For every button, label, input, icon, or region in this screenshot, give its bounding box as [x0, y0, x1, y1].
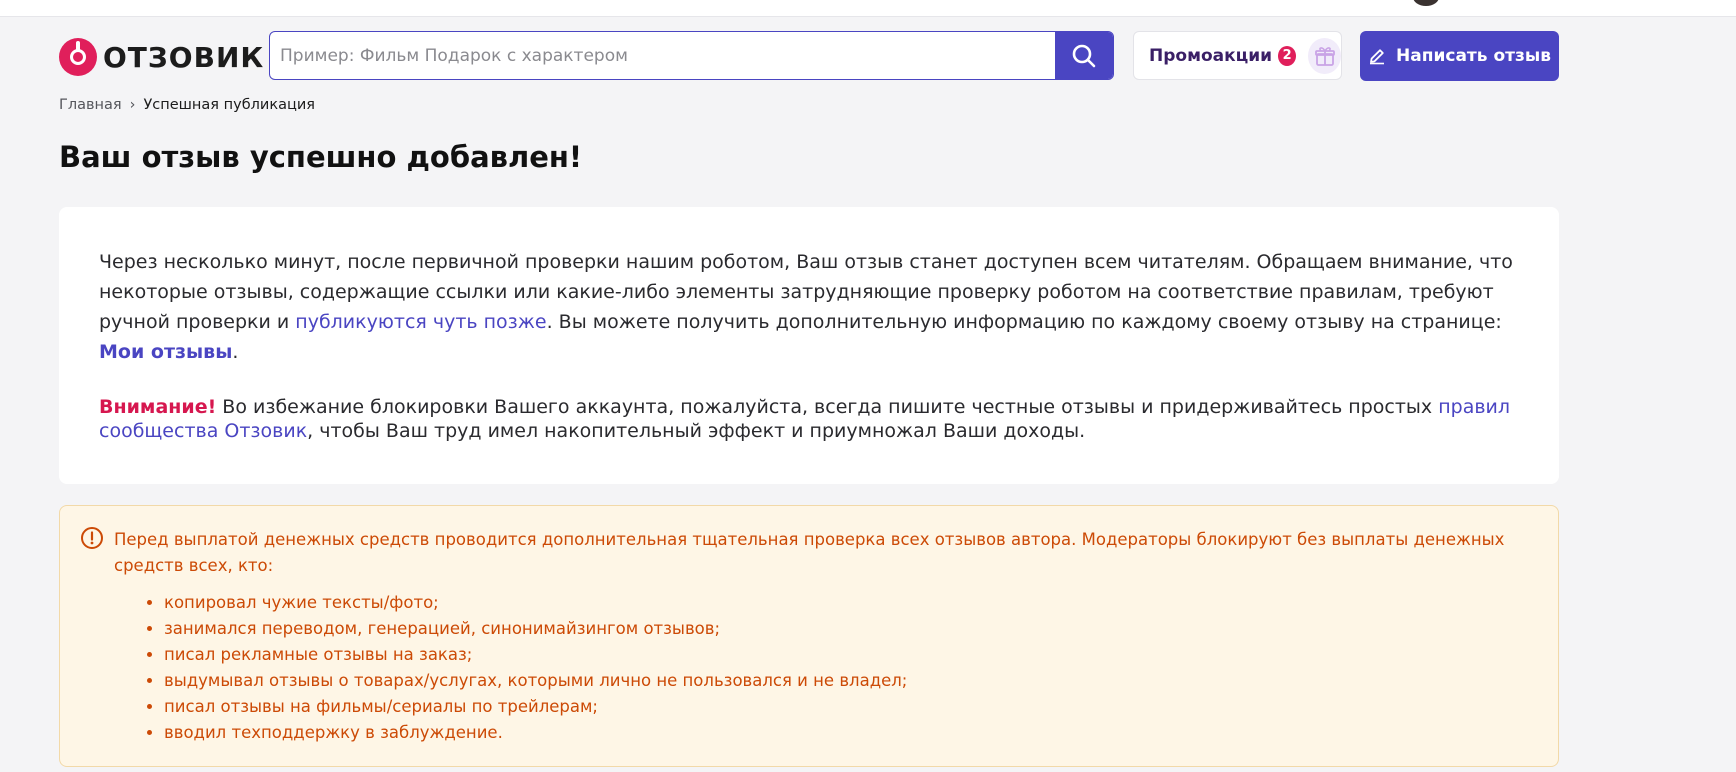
list-item: писал рекламные отзывы на заказ; — [164, 642, 907, 668]
info-text-end: . — [232, 341, 239, 363]
info-paragraph: Через несколько минут, после первичной п… — [99, 247, 1519, 367]
breadcrumb-current: Успешная публикация — [143, 97, 315, 113]
list-item: выдумывал отзывы о товарах/услугах, кото… — [164, 668, 907, 694]
info-text-2: . Вы можете получить дополнительную инфо… — [546, 311, 1502, 333]
list-item: писал отзывы на фильмы/сериалы по трейле… — [164, 694, 907, 720]
list-item: занимался переводом, генерацией, синоним… — [164, 616, 907, 642]
top-strip — [0, 0, 1736, 17]
attention-paragraph: Внимание! Во избежание блокировки Вашего… — [99, 395, 1519, 443]
list-item: копировал чужие тексты/фото; — [164, 590, 907, 616]
breadcrumb-separator: › — [129, 97, 136, 113]
promo-count-badge: 2 — [1278, 45, 1297, 66]
user-avatar[interactable] — [1413, 0, 1439, 6]
breadcrumb: Главная › Успешная публикация — [59, 97, 315, 113]
page-title: Ваш отзыв успешно добавлен! — [59, 140, 583, 174]
warning-intro: Перед выплатой денежных средств проводит… — [114, 530, 1505, 575]
site-logo[interactable]: ОТЗОВИК — [59, 36, 264, 78]
logo-text: ОТЗОВИК — [103, 40, 265, 74]
attention-text-2: , чтобы Ваш труд имел накопительный эффе… — [307, 420, 1086, 442]
exclamation-circle-icon — [81, 527, 103, 549]
promo-button[interactable]: Промоакции 2 — [1133, 31, 1342, 80]
search-bar — [269, 31, 1114, 80]
success-info-card: Через несколько минут, после первичной п… — [59, 207, 1559, 484]
my-reviews-link[interactable]: Мои отзывы — [99, 341, 232, 363]
attention-label: Внимание! — [99, 396, 217, 418]
attention-text-1: Во избежание блокировки Вашего аккаунта,… — [216, 396, 1439, 418]
gift-icon — [1308, 37, 1341, 74]
breadcrumb-home[interactable]: Главная — [59, 97, 122, 113]
search-button[interactable] — [1055, 32, 1113, 79]
payout-warning-box: Перед выплатой денежных средств проводит… — [59, 505, 1559, 767]
pencil-icon — [1370, 49, 1385, 65]
search-input[interactable] — [270, 32, 1070, 79]
promo-label: Промоакции — [1149, 45, 1273, 66]
published-later-link[interactable]: публикуются чуть позже — [295, 311, 546, 333]
logo-mark-icon — [59, 38, 97, 76]
warning-list: копировал чужие тексты/фото; занимался п… — [135, 590, 907, 746]
write-review-button[interactable]: Написать отзыв — [1360, 31, 1559, 81]
write-review-label: Написать отзыв — [1396, 46, 1551, 66]
site-header: ОТЗОВИК Промоакции 2 Написать отзыв — [0, 16, 1736, 96]
list-item: вводил техподдержку в заблуждение. — [164, 720, 907, 746]
search-icon — [1072, 44, 1096, 67]
